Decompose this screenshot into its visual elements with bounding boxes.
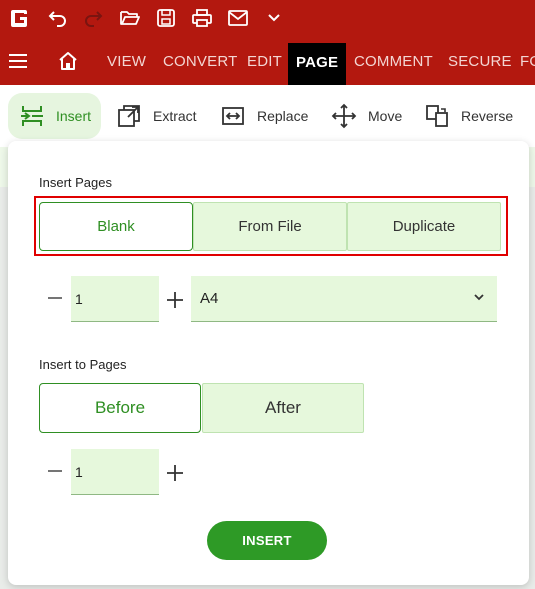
insert-tool-button[interactable]: Insert (8, 93, 102, 145)
app-logo-icon[interactable] (6, 5, 32, 31)
extract-icon (115, 102, 143, 130)
increment-count-button[interactable] (165, 290, 185, 310)
reverse-icon (423, 102, 451, 130)
redo-icon[interactable] (81, 5, 107, 31)
tab-secure[interactable]: SECURE (448, 37, 512, 85)
duplicate-option-button[interactable]: Duplicate (347, 202, 501, 251)
replace-icon (219, 102, 247, 130)
increment-page-button[interactable] (165, 463, 185, 483)
insert-tool-label: Insert (56, 108, 92, 124)
insert-pages-panel: Insert Pages Blank From File Duplicate 1… (8, 141, 529, 585)
page-count-input[interactable]: 1 (71, 276, 159, 322)
decrement-page-button[interactable] (45, 461, 65, 481)
chevron-down-icon (473, 288, 485, 305)
move-tool-button[interactable]: Move (330, 85, 402, 147)
chevron-down-icon[interactable] (261, 5, 287, 31)
tab-page[interactable]: PAGE (288, 43, 347, 85)
page-size-select[interactable]: A4 (191, 276, 497, 322)
replace-tool-label: Replace (257, 108, 309, 124)
blank-option-button[interactable]: Blank (39, 202, 193, 251)
save-icon[interactable] (153, 5, 179, 31)
insert-to-pages-heading: Insert to Pages (39, 357, 127, 372)
reverse-tool-label: Reverse (461, 108, 514, 124)
extract-tool-label: Extract (153, 108, 197, 124)
page-toolbar: Insert Extract Replace Move Reverse (0, 85, 535, 147)
from-file-option-button[interactable]: From File (193, 202, 347, 251)
open-folder-icon[interactable] (117, 5, 143, 31)
tab-comment[interactable]: COMMENT (354, 37, 433, 85)
tab-form[interactable]: FO (520, 37, 535, 85)
decrement-count-button[interactable] (45, 288, 65, 308)
mail-icon[interactable] (225, 5, 251, 31)
page-size-value: A4 (200, 290, 219, 307)
tab-view[interactable]: VIEW (107, 37, 146, 85)
extract-tool-button[interactable]: Extract (115, 85, 197, 147)
insert-pages-icon (18, 102, 46, 130)
home-icon[interactable] (56, 50, 80, 72)
title-bar (0, 0, 535, 37)
after-option-button[interactable]: After (202, 383, 364, 433)
move-tool-label: Move (368, 108, 403, 124)
tab-convert[interactable]: CONVERT (163, 37, 237, 85)
print-icon[interactable] (189, 5, 215, 31)
move-icon (330, 102, 358, 130)
reverse-tool-button[interactable]: Reverse (423, 85, 513, 147)
before-option-button[interactable]: Before (39, 383, 201, 433)
tab-edit[interactable]: EDIT (247, 37, 282, 85)
undo-icon[interactable] (44, 5, 70, 31)
replace-tool-button[interactable]: Replace (219, 85, 308, 147)
hamburger-menu-icon[interactable] (6, 51, 30, 71)
ribbon-tab-bar: VIEW CONVERT EDIT PAGE COMMENT SECURE FO (0, 37, 535, 85)
page-number-input[interactable]: 1 (71, 449, 159, 495)
insert-button[interactable]: INSERT (207, 521, 327, 560)
insert-pages-heading: Insert Pages (39, 175, 112, 190)
